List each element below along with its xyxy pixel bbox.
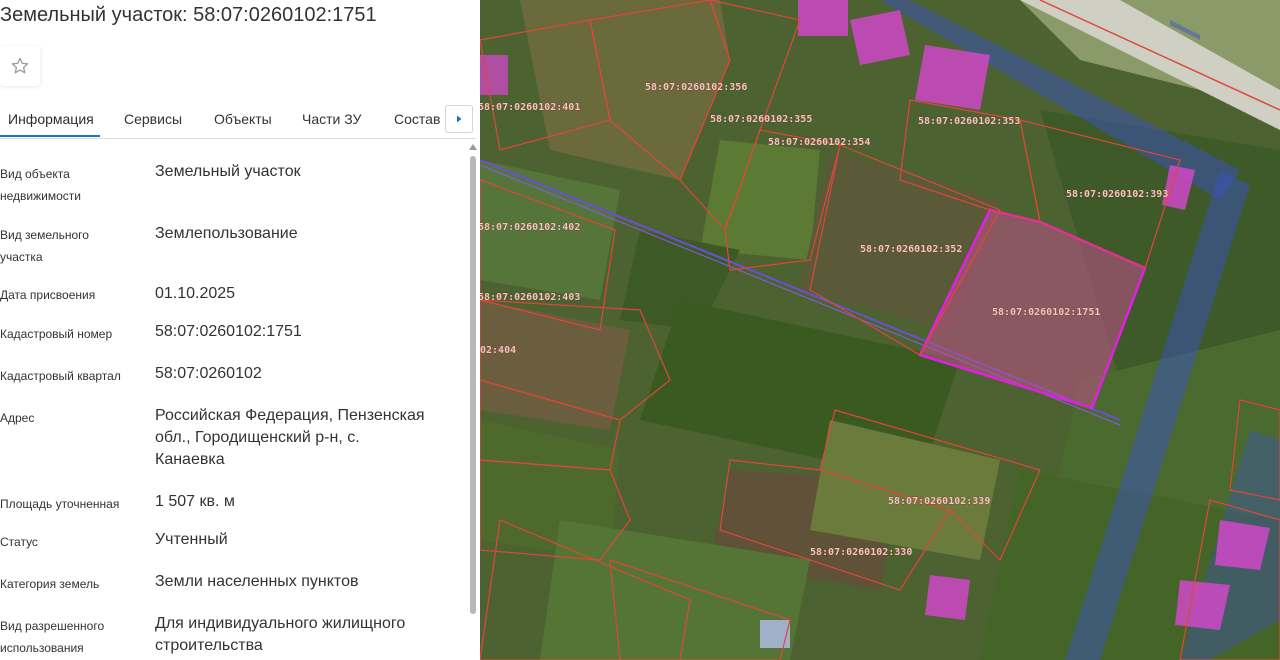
info-value: Земли населенных пунктов: [155, 573, 359, 590]
parcel-label: 58:07:0260102:354: [768, 137, 870, 148]
scroll-up-arrow[interactable]: [469, 144, 477, 150]
info-value: Для индивидуального жилищного строительст…: [155, 615, 406, 654]
active-tab-indicator: [0, 135, 100, 137]
info-value: Землепользование: [155, 225, 298, 242]
tab-services[interactable]: Сервисы: [124, 111, 182, 127]
selected-parcel-label: 58:07:0260102:1751: [992, 307, 1100, 318]
info-label: Вид объекта недвижимости: [0, 167, 81, 203]
cadastral-number-value: 58:07:0260102:1751: [155, 323, 302, 340]
info-label: Кадастровый квартал: [0, 369, 121, 383]
info-value: Земельный участок: [155, 163, 301, 180]
parcel-label: 58:07:0260102:353: [918, 116, 1020, 127]
scrollbar-thumb[interactable]: [470, 156, 476, 614]
tab-parts[interactable]: Части ЗУ: [302, 111, 361, 127]
parcel-label: 58:07:0260102:402: [480, 222, 580, 233]
tab-bar: Информация Сервисы Объекты Части ЗУ Сост…: [0, 99, 476, 139]
info-label: Вид земельного участка: [0, 228, 89, 264]
info-label: Статус: [0, 535, 38, 549]
page-title: Земельный участок: 58:07:0260102:1751: [0, 4, 377, 26]
parcel-label: 02:404: [480, 345, 516, 356]
status-value: Учтенный: [155, 531, 228, 548]
parcel-label: 58:07:0260102:355: [710, 114, 812, 125]
info-panel: Земельный участок: 58:07:0260102:1751 Ин…: [0, 0, 480, 660]
cadastral-map[interactable]: 58:07:0260102:356 58:07:0260102:355 58:0…: [480, 0, 1280, 660]
info-value: 58:07:0260102: [155, 365, 262, 382]
info-label: Площадь уточненная: [0, 497, 120, 511]
tabs-next-button[interactable]: [445, 105, 473, 133]
info-label: Адрес: [0, 411, 35, 425]
parcel-label: 58:07:0260102:339: [888, 496, 990, 507]
tab-composition[interactable]: Состав: [394, 111, 440, 127]
caret-right-icon: [457, 115, 462, 123]
tab-information[interactable]: Информация: [8, 111, 94, 127]
info-label: Дата присвоения: [0, 288, 96, 302]
info-label: Вид разрешенного использования: [0, 619, 105, 655]
tab-objects[interactable]: Объекты: [214, 111, 272, 127]
parcel-label: 58:07:0260102:393: [1066, 189, 1168, 200]
parcel-label: 58:07:0260102:401: [480, 102, 580, 113]
info-label: Кадастровый номер: [0, 327, 113, 341]
parcel-label: 58:07:0260102:403: [480, 292, 580, 303]
info-label: Категория земель: [0, 577, 100, 591]
parcel-label: 58:07:0260102:330: [810, 547, 912, 558]
parcel-label: 58:07:0260102:352: [860, 244, 962, 255]
parcel-label: 58:07:0260102:356: [645, 82, 747, 93]
address-value: Российская Федерация, Пензенская обл., Го…: [155, 407, 425, 468]
info-value: 01.10.2025: [155, 285, 236, 302]
star-outline-icon: [11, 57, 29, 74]
favorite-button[interactable]: [0, 46, 40, 86]
map-view[interactable]: 58:07:0260102:356 58:07:0260102:355 58:0…: [480, 0, 1280, 660]
area-value: 1 507 кв. м: [155, 493, 235, 510]
